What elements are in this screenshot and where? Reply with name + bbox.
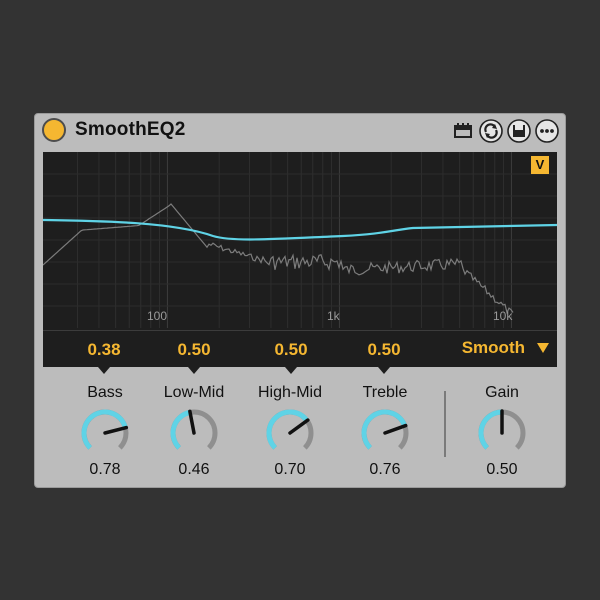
bass-band-value[interactable]: 0.38 [74, 340, 134, 360]
dropdown-arrow-icon [537, 343, 549, 353]
treble-knob[interactable] [355, 406, 415, 460]
treble-value[interactable]: 0.76 [345, 461, 425, 479]
bass-knob-block: Bass 0.78 [65, 384, 145, 479]
power-icon[interactable] [42, 118, 66, 142]
bass-value[interactable]: 0.78 [65, 461, 145, 479]
high-mid-knob-block: High-Mid 0.70 [250, 384, 330, 479]
low-mid-knob-block: Low-Mid 0.46 [154, 384, 234, 479]
knob-pointer [288, 418, 310, 435]
knob-pointer [103, 425, 129, 435]
bass-pointer [98, 367, 110, 374]
title-bar-icons [451, 119, 559, 143]
high-mid-pointer [285, 367, 297, 374]
low-mid-knob[interactable] [164, 406, 224, 460]
knob-divider [444, 391, 446, 457]
knob-fill [478, 409, 503, 450]
treble-pointer [378, 367, 390, 374]
mode-dropdown[interactable]: Smooth [462, 338, 549, 358]
save-icon[interactable] [507, 119, 531, 143]
low-mid-pointer [188, 367, 200, 374]
smootheq2-device: SmoothEQ2 V 100 1k 10k 0.38 0.50 0.50 0.… [34, 113, 566, 488]
high-mid-band-value[interactable]: 0.50 [261, 340, 321, 360]
eq-display: V 100 1k 10k 0.38 0.50 0.50 0.50 Smooth [43, 152, 557, 374]
values-separator [43, 330, 557, 331]
low-mid-band-value[interactable]: 0.50 [164, 340, 224, 360]
knob-pointer [188, 409, 196, 435]
gain-value[interactable]: 0.50 [462, 461, 542, 479]
device-title-bar[interactable]: SmoothEQ2 [35, 114, 565, 150]
band-values-row: 0.38 0.50 0.50 0.50 Smooth [43, 330, 557, 374]
high-mid-value[interactable]: 0.70 [250, 461, 330, 479]
v-button[interactable]: V [531, 156, 549, 174]
device-title: SmoothEQ2 [75, 119, 186, 140]
low-mid-label: Low-Mid [163, 384, 225, 401]
low-mid-value[interactable]: 0.46 [154, 461, 234, 479]
gain-knob[interactable] [472, 406, 532, 460]
knob-pointer [383, 423, 408, 435]
eq-curve[interactable] [43, 218, 557, 241]
knob-fill [266, 409, 310, 450]
gain-label: Gain [485, 384, 519, 401]
treble-band-value[interactable]: 0.50 [354, 340, 414, 360]
mode-dropdown-label: Smooth [461, 338, 525, 357]
bass-label: Bass [87, 384, 123, 401]
treble-label: Treble [362, 384, 408, 401]
knob-fill [170, 409, 191, 450]
bass-knob[interactable] [75, 406, 135, 460]
freq-label-1k: 1k [327, 309, 340, 323]
more-icon[interactable] [535, 119, 559, 143]
high-mid-knob[interactable] [260, 406, 320, 460]
eq-graph[interactable] [43, 152, 557, 328]
chain-icon[interactable] [451, 119, 475, 143]
freq-label-100: 100 [147, 309, 168, 323]
gain-knob-block: Gain 0.50 [462, 384, 542, 479]
hot-swap-icon[interactable] [479, 119, 503, 143]
high-mid-label: High-Mid [257, 384, 322, 401]
treble-knob-block: Treble 0.76 [345, 384, 425, 479]
freq-label-10k: 10k [493, 309, 513, 323]
